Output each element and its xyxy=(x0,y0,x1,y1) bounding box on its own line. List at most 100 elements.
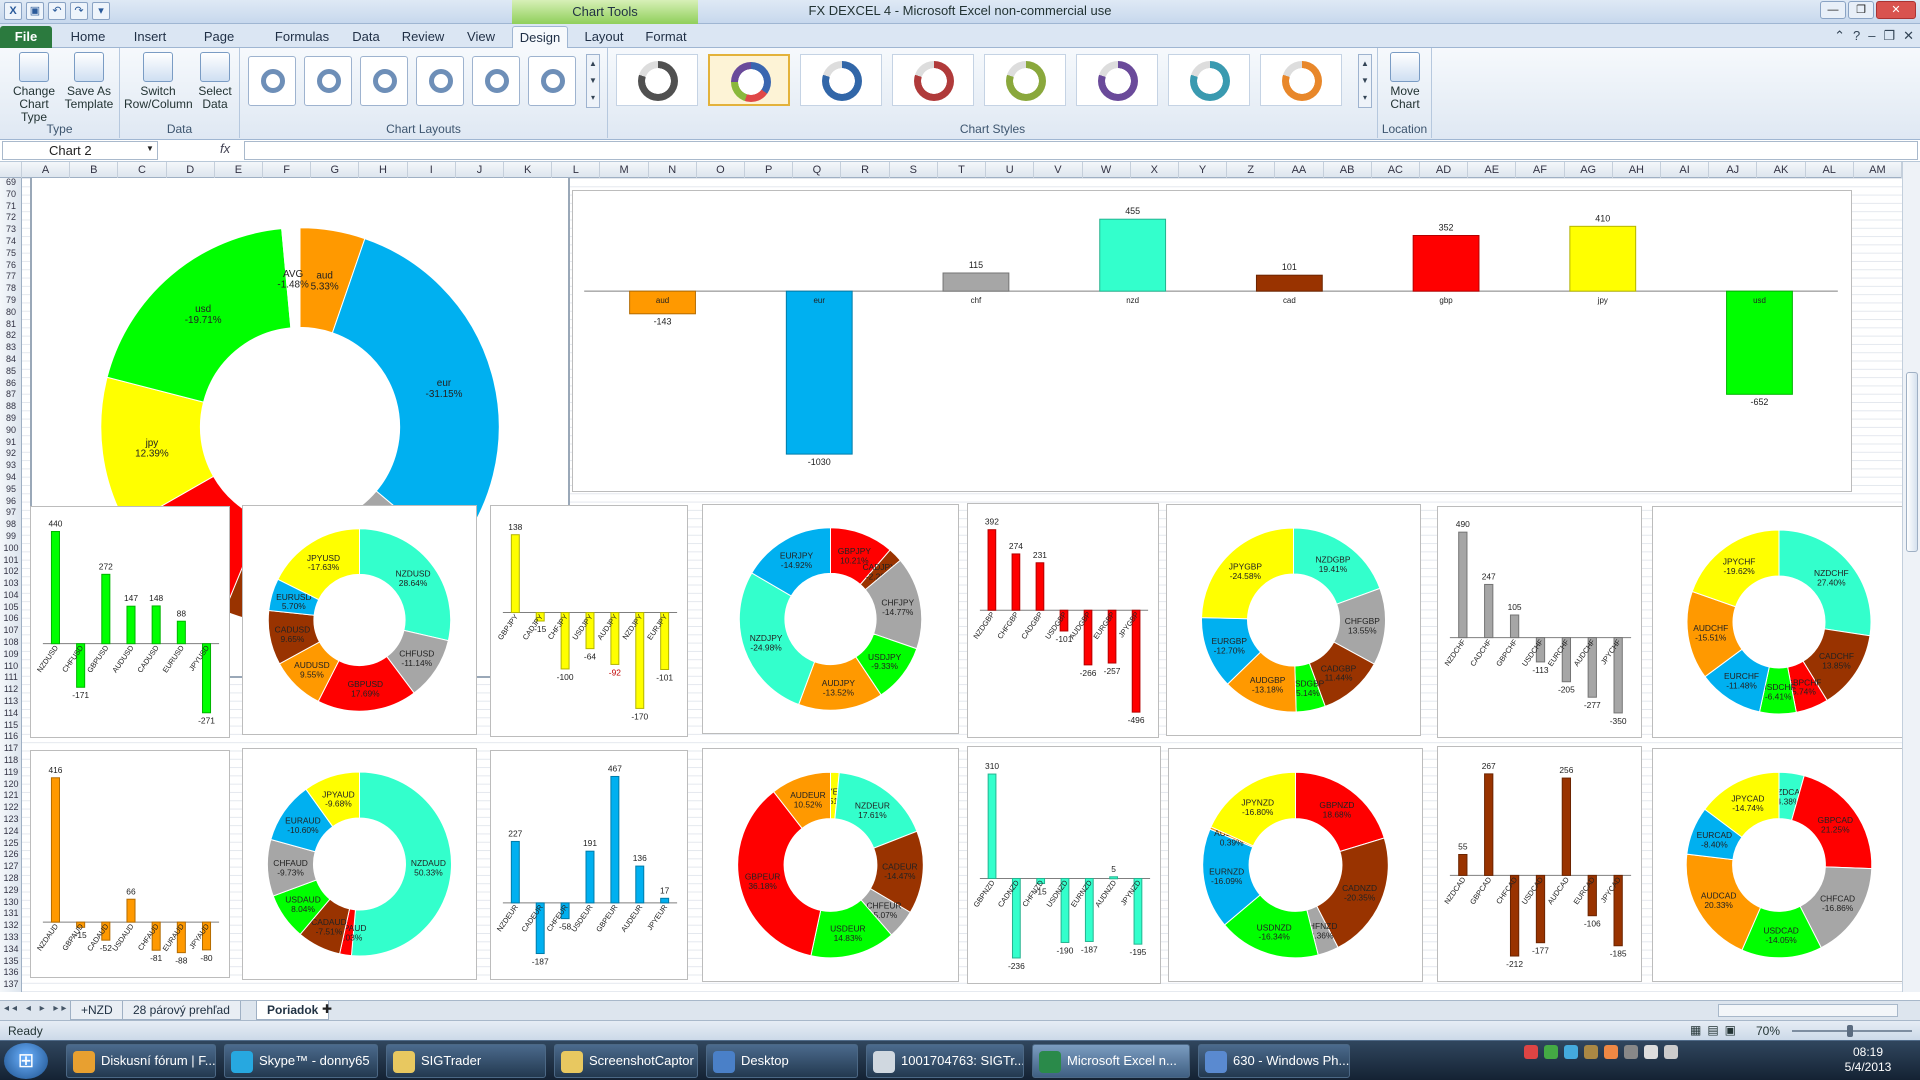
chart-layout-5[interactable] xyxy=(472,56,520,106)
row-header[interactable]: 110 xyxy=(0,661,21,670)
row-header[interactable]: 91 xyxy=(0,437,21,446)
row-header[interactable]: 83 xyxy=(0,343,21,352)
tab-format[interactable]: Format xyxy=(640,26,692,48)
restore-icon[interactable]: ❐ xyxy=(1848,1,1874,19)
network-icon[interactable] xyxy=(1644,1045,1658,1059)
column-header[interactable]: W xyxy=(1083,162,1131,178)
chf-donut[interactable]: NZDCHF 27.40% CADCHF 13.85% GBPCHF 5.74% USDCH… xyxy=(1652,506,1902,738)
bar-gbpusd[interactable] xyxy=(101,573,111,645)
bar-gbpnzd[interactable] xyxy=(987,773,997,879)
chart-layout-2[interactable] xyxy=(304,56,352,106)
chart-style-1[interactable] xyxy=(616,54,698,106)
column-header[interactable]: AJ xyxy=(1709,162,1758,178)
aud-bar-chart[interactable]: 416 NZDAUD -15 GBPAUD -52 CADAUD 66 USDAUD -81 CH… xyxy=(30,750,230,978)
chart-layout-3[interactable] xyxy=(360,56,408,106)
tab-page-layout[interactable]: Page Layout xyxy=(184,26,254,66)
column-header[interactable]: N xyxy=(649,162,697,178)
tray-icon[interactable] xyxy=(1584,1045,1598,1059)
row-header[interactable]: 103 xyxy=(0,579,21,588)
bar-gbpjpy[interactable] xyxy=(510,534,520,614)
bar-cadchf[interactable] xyxy=(1484,583,1494,639)
bar-gbp[interactable] xyxy=(1412,234,1480,292)
row-header[interactable]: 102 xyxy=(0,567,21,576)
select-all-corner[interactable] xyxy=(0,162,22,178)
row-header[interactable]: 121 xyxy=(0,791,21,800)
bar-eurusd[interactable] xyxy=(176,620,186,645)
chart-style-5[interactable] xyxy=(984,54,1066,106)
row-header[interactable]: 128 xyxy=(0,874,21,883)
row-header[interactable]: 114 xyxy=(0,708,21,717)
row-header[interactable]: 120 xyxy=(0,779,21,788)
column-header[interactable]: AH xyxy=(1613,162,1661,178)
column-header[interactable]: AI xyxy=(1661,162,1710,178)
row-header[interactable]: 106 xyxy=(0,614,21,623)
row-header[interactable]: 82 xyxy=(0,331,21,340)
cad-bar-chart[interactable]: 55 NZDCAD 267 GBPCAD -212 CHFCAD -177 USDCAD 256… xyxy=(1437,746,1642,982)
column-header[interactable]: R xyxy=(841,162,890,178)
column-header[interactable]: A xyxy=(22,162,71,178)
jpy-bar-chart[interactable]: 138 GBPJPY -15 CADJPY -100 CHFJPY -64 USDJPY -92… xyxy=(490,505,688,737)
chart-style-8[interactable] xyxy=(1260,54,1342,106)
row-header[interactable]: 117 xyxy=(0,744,21,753)
tab-design[interactable]: Design xyxy=(512,26,568,48)
chart-style-2[interactable] xyxy=(708,54,790,106)
row-header[interactable]: 93 xyxy=(0,461,21,470)
column-header[interactable]: AM xyxy=(1854,162,1902,178)
column-header[interactable]: H xyxy=(359,162,408,178)
zoom-slider[interactable] xyxy=(1792,1025,1912,1037)
eur-bar-chart[interactable]: 227 NZDEUR -187 CADEUR -58 CHFEUR 191 USDEUR 467… xyxy=(490,750,688,980)
change-chart-type-button[interactable]: Change Chart Type xyxy=(6,52,62,124)
row-header[interactable]: 105 xyxy=(0,602,21,611)
row-header[interactable]: 112 xyxy=(0,685,21,694)
row-header[interactable]: 107 xyxy=(0,626,21,635)
sheet-tab[interactable]: 28 párový prehľad xyxy=(122,1001,241,1020)
tray-icon[interactable] xyxy=(1604,1045,1618,1059)
row-header[interactable]: 76 xyxy=(0,260,21,269)
aud-donut[interactable]: NZDAUD 50.33% GBPAUD -2.03% CADAUD -7.51% USDA… xyxy=(242,748,477,980)
row-header[interactable]: 97 xyxy=(0,508,21,517)
taskbar-item[interactable]: Skype™ - donny65 xyxy=(224,1044,378,1078)
bar-usd[interactable] xyxy=(1726,290,1793,395)
chart-layouts-more-button[interactable]: ▲ ▼ ▾ xyxy=(586,54,600,108)
tab-data[interactable]: Data xyxy=(346,26,386,48)
row-header[interactable]: 133 xyxy=(0,933,21,942)
row-header[interactable]: 73 xyxy=(0,225,21,234)
bar-jpyeur[interactable] xyxy=(660,897,670,904)
row-header[interactable]: 80 xyxy=(0,307,21,316)
row-header[interactable]: 131 xyxy=(0,909,21,918)
row-header[interactable]: 84 xyxy=(0,354,21,363)
row-header[interactable]: 113 xyxy=(0,697,21,706)
row-header[interactable]: 100 xyxy=(0,543,21,552)
row-header[interactable]: 111 xyxy=(0,673,21,682)
column-header[interactable]: Z xyxy=(1227,162,1276,178)
row-header[interactable]: 81 xyxy=(0,319,21,328)
tab-file[interactable]: File xyxy=(0,26,52,48)
row-header[interactable]: 118 xyxy=(0,756,21,765)
row-header[interactable]: 99 xyxy=(0,531,21,540)
column-header[interactable]: V xyxy=(1034,162,1083,178)
row-header[interactable]: 96 xyxy=(0,496,21,505)
chf-bar-chart[interactable]: 490 NZDCHF 247 CADCHF 105 GBPCHF -113 USDCHF -20… xyxy=(1437,506,1642,738)
close-icon[interactable]: ✕ xyxy=(1876,1,1916,19)
view-buttons-icon[interactable]: ▦▤▣ xyxy=(1690,1023,1742,1037)
row-header[interactable]: 78 xyxy=(0,284,21,293)
taskbar-item[interactable]: 630 - Windows Ph... xyxy=(1198,1044,1350,1078)
nzd-donut[interactable]: GBPNZD 18.68% CADNZD -20.35% CHFNZD -3.36% USD… xyxy=(1168,748,1423,982)
column-header[interactable]: AE xyxy=(1468,162,1517,178)
bar-audusd[interactable] xyxy=(126,605,136,645)
help-icon[interactable]: ? xyxy=(1853,28,1860,44)
row-header[interactable]: 108 xyxy=(0,638,21,647)
column-header[interactable]: Q xyxy=(793,162,842,178)
column-header[interactable]: F xyxy=(263,162,312,178)
bar-nzdeur[interactable] xyxy=(510,840,520,904)
row-header[interactable]: 86 xyxy=(0,378,21,387)
column-header[interactable]: T xyxy=(938,162,987,178)
tab-layout[interactable]: Layout xyxy=(578,26,630,48)
taskbar-item[interactable]: Diskusní fórum | F... xyxy=(66,1044,216,1078)
column-header[interactable]: K xyxy=(504,162,553,178)
row-header[interactable]: 124 xyxy=(0,826,21,835)
column-header[interactable]: AA xyxy=(1275,162,1324,178)
bar-nzdgbp[interactable] xyxy=(987,529,997,611)
row-header[interactable]: 70 xyxy=(0,189,21,198)
taskbar-item[interactable]: SIGTrader xyxy=(386,1044,546,1078)
